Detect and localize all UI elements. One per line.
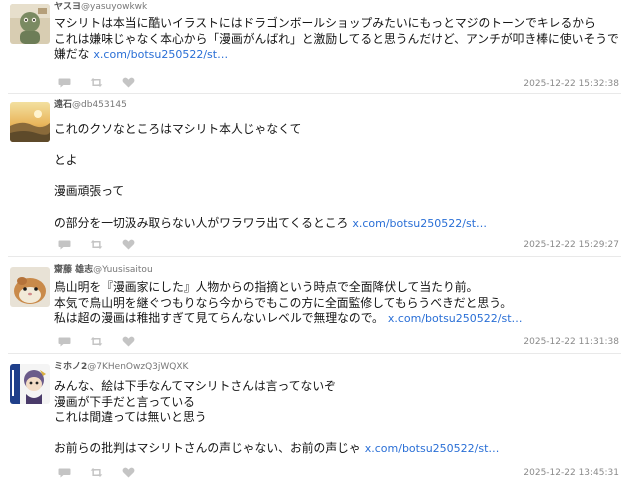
post-actions (58, 239, 135, 250)
post-text-line: 嫌だな x.com/botsu250522/st… (54, 47, 619, 63)
avatar[interactable] (10, 4, 50, 44)
post-text-line: 私は超の漫画は稚拙すぎて見てらんないレベルで無理なので。 x.com/botsu2… (54, 311, 619, 327)
post-actions (58, 77, 135, 88)
post-text-line: とよ (54, 153, 78, 168)
author-name[interactable]: ミホノ2 (54, 362, 87, 372)
retweet-icon[interactable] (90, 77, 103, 88)
post-header: 齋藤 雄志@Yuusisaitou (54, 264, 153, 276)
avatar[interactable] (10, 364, 50, 404)
like-icon[interactable] (122, 77, 135, 88)
post-text-line: お前らの批判はマシリトさんの声じゃない、お前の声じゃ x.com/botsu250… (54, 441, 619, 457)
reply-icon[interactable] (58, 239, 71, 250)
post-text-line-content: 私は超の漫画は稚拙すぎて見てらんないレベルで無理なので。 (54, 311, 384, 326)
post-actions (58, 467, 135, 478)
post-text-line: これのクソなところはマシリト本人じゃなくて (54, 122, 302, 136)
reply-icon[interactable] (58, 77, 71, 88)
post-timestamp[interactable]: 2025-12-22 15:32:38 (523, 79, 619, 89)
author-handle[interactable]: @yasuyowkwk (81, 2, 147, 12)
post-link[interactable]: x.com/botsu250522/st… (365, 442, 500, 455)
post-text-line: これは間違っては無いと思う (54, 410, 207, 425)
post: ヤスヨ@yasuyowkwk マシリトは本当に酷いイラストにはドラゴンボールショ… (0, 0, 621, 94)
post-text-line: マシリトは本当に酷いイラストにはドラゴンボールショップみたいにもっとマジのトーン… (54, 16, 596, 30)
post-header: ヤスヨ@yasuyowkwk (54, 1, 147, 13)
post-text-line-content: 嫌だな (54, 47, 90, 62)
like-icon[interactable] (122, 467, 135, 478)
post-link[interactable]: x.com/botsu250522/st… (352, 217, 487, 230)
post-text-line: 鳥山明を『漫画家にした』人物からの指摘という時点で全面降伏して当たり前。 (54, 280, 479, 294)
post-text: 鳥山明を『漫画家にした』人物からの指摘という時点で全面降伏して当たり前。 本気で… (54, 280, 619, 327)
post-text-line: 漫画が下手だと言っている (54, 394, 195, 409)
reply-icon[interactable] (58, 336, 71, 347)
avatar[interactable] (10, 102, 50, 142)
post-text: これのクソなところはマシリト本人じゃなくて とよ 漫画頑張って の部分を一切汲み… (54, 122, 619, 231)
post-timestamp[interactable]: 2025-12-22 11:31:38 (523, 337, 619, 347)
post-link[interactable]: x.com/botsu250522/st… (93, 48, 228, 61)
divider (8, 93, 621, 94)
retweet-icon[interactable] (90, 336, 103, 347)
post-text: みんな、絵は下手なんてマシリトさんは言ってないぞ 漫画が下手だと言っている これ… (54, 379, 619, 457)
post-timestamp[interactable]: 2025-12-22 13:45:31 (523, 468, 619, 478)
post-feed: ヤスヨ@yasuyowkwk マシリトは本当に酷いイラストにはドラゴンボールショ… (0, 0, 621, 483)
post: ミホノ2@7KHenOwzQ3jWQXK みんな、絵は下手なんてマシリトさんは言… (0, 360, 621, 483)
divider (8, 353, 621, 354)
post-actions (58, 336, 135, 347)
post-text-line: の部分を一切汲み取らない人がワラワラ出てくるところ x.com/botsu2505… (54, 216, 619, 232)
divider (8, 256, 621, 257)
like-icon[interactable] (122, 239, 135, 250)
author-name[interactable]: 齋藤 雄志 (54, 265, 93, 275)
author-handle[interactable]: @Yuusisaitou (93, 265, 153, 275)
reply-icon[interactable] (58, 467, 71, 478)
author-name[interactable]: 遠石 (54, 100, 72, 110)
post-link[interactable]: x.com/botsu250522/st… (388, 312, 523, 325)
post-text-line: これは嫌味じゃなく本心から「漫画がんばれ」と激励してると思うんだけど、アンチが叩… (54, 31, 619, 46)
post-text-line-content: の部分を一切汲み取らない人がワラワラ出てくるところ (54, 215, 349, 230)
post-text-line: 本気で鳥山明を継ぐつもりなら今からでもこの方に全面監修してもらうべきだと思う。 (54, 295, 513, 310)
post: 齋藤 雄志@Yuusisaitou 鳥山明を『漫画家にした』人物からの指摘という… (0, 263, 621, 354)
like-icon[interactable] (122, 336, 135, 347)
author-handle[interactable]: @db453145 (72, 100, 127, 110)
post-text-line-content: お前らの批判はマシリトさんの声じゃない、お前の声じゃ (54, 441, 361, 456)
avatar[interactable] (10, 267, 50, 307)
post: 遠石@db453145 これのクソなところはマシリト本人じゃなくて とよ 漫画頑… (0, 98, 621, 257)
post-header: ミホノ2@7KHenOwzQ3jWQXK (54, 361, 188, 373)
post-text: マシリトは本当に酷いイラストにはドラゴンボールショップみたいにもっとマジのトーン… (54, 16, 619, 63)
post-timestamp[interactable]: 2025-12-22 15:29:27 (523, 240, 619, 250)
post-text-line: 漫画頑張って (54, 184, 125, 199)
author-handle[interactable]: @7KHenOwzQ3jWQXK (87, 362, 188, 372)
retweet-icon[interactable] (90, 239, 103, 250)
post-text-line: みんな、絵は下手なんてマシリトさんは言ってないぞ (54, 379, 336, 393)
retweet-icon[interactable] (90, 467, 103, 478)
author-name[interactable]: ヤスヨ (54, 2, 81, 12)
post-header: 遠石@db453145 (54, 99, 127, 111)
